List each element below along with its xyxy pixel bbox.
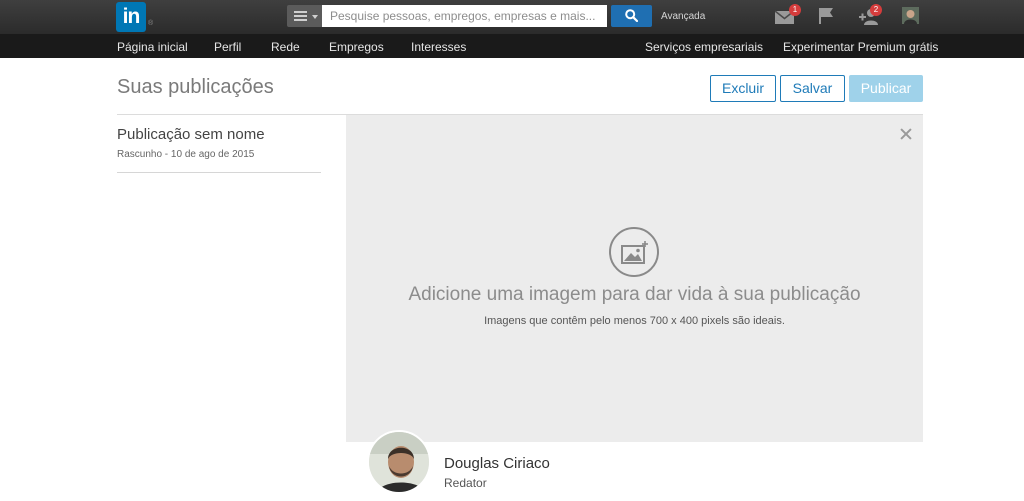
advanced-search-link[interactable]: Avançada [661, 11, 705, 22]
add-image-button[interactable] [609, 227, 659, 277]
search-button[interactable] [611, 5, 652, 27]
publish-button[interactable]: Publicar [849, 75, 923, 102]
author-photo-icon [369, 432, 429, 492]
draft-title[interactable]: Publicação sem nome [117, 126, 265, 143]
close-icon[interactable] [897, 125, 915, 143]
registered-mark: ® [148, 20, 154, 27]
draft-meta: Rascunho - 10 de ago de 2015 [117, 149, 255, 160]
add-image-hint: Imagens que contêm pelo menos 700 x 400 … [484, 315, 785, 327]
author-role: Redator [444, 476, 487, 490]
delete-button[interactable]: Excluir [710, 75, 776, 102]
nav-item-profile[interactable]: Perfil [214, 40, 241, 54]
save-button[interactable]: Salvar [780, 75, 845, 102]
add-image-icon [621, 241, 648, 264]
draft-divider [117, 172, 321, 173]
nav-item-network[interactable]: Rede [271, 40, 300, 54]
messages-badge: 1 [789, 4, 801, 16]
nav-item-business-services[interactable]: Serviços empresariais [645, 40, 763, 54]
nav-item-home[interactable]: Página inicial [117, 40, 188, 54]
search-category-menu-button[interactable] [287, 5, 322, 27]
menu-icon [294, 11, 307, 21]
chevron-down-icon [312, 15, 318, 19]
avatar[interactable] [902, 7, 919, 24]
cover-image-dropzone[interactable]: Adicione uma imagem para dar vida à sua … [346, 115, 923, 442]
search-input[interactable] [322, 5, 607, 27]
author-name[interactable]: Douglas Ciriaco [444, 455, 550, 472]
author-avatar[interactable] [367, 430, 431, 494]
connections-badge: 2 [870, 4, 882, 16]
linkedin-logo[interactable]: in [116, 2, 146, 32]
main-navigation: Página inicial Perfil Rede Empregos Inte… [0, 34, 1024, 58]
search-icon [625, 9, 638, 22]
nav-item-interests[interactable]: Interesses [411, 40, 466, 54]
profile-photo-icon [902, 7, 919, 24]
add-image-title: Adicione uma imagem para dar vida à sua … [408, 284, 861, 305]
nav-item-jobs[interactable]: Empregos [329, 40, 384, 54]
page-title: Suas publicações [117, 76, 274, 98]
top-bar: in ® Avançada 1 2 [0, 0, 1024, 34]
flag-icon [819, 8, 833, 24]
nav-item-premium[interactable]: Experimentar Premium grátis [783, 40, 938, 54]
